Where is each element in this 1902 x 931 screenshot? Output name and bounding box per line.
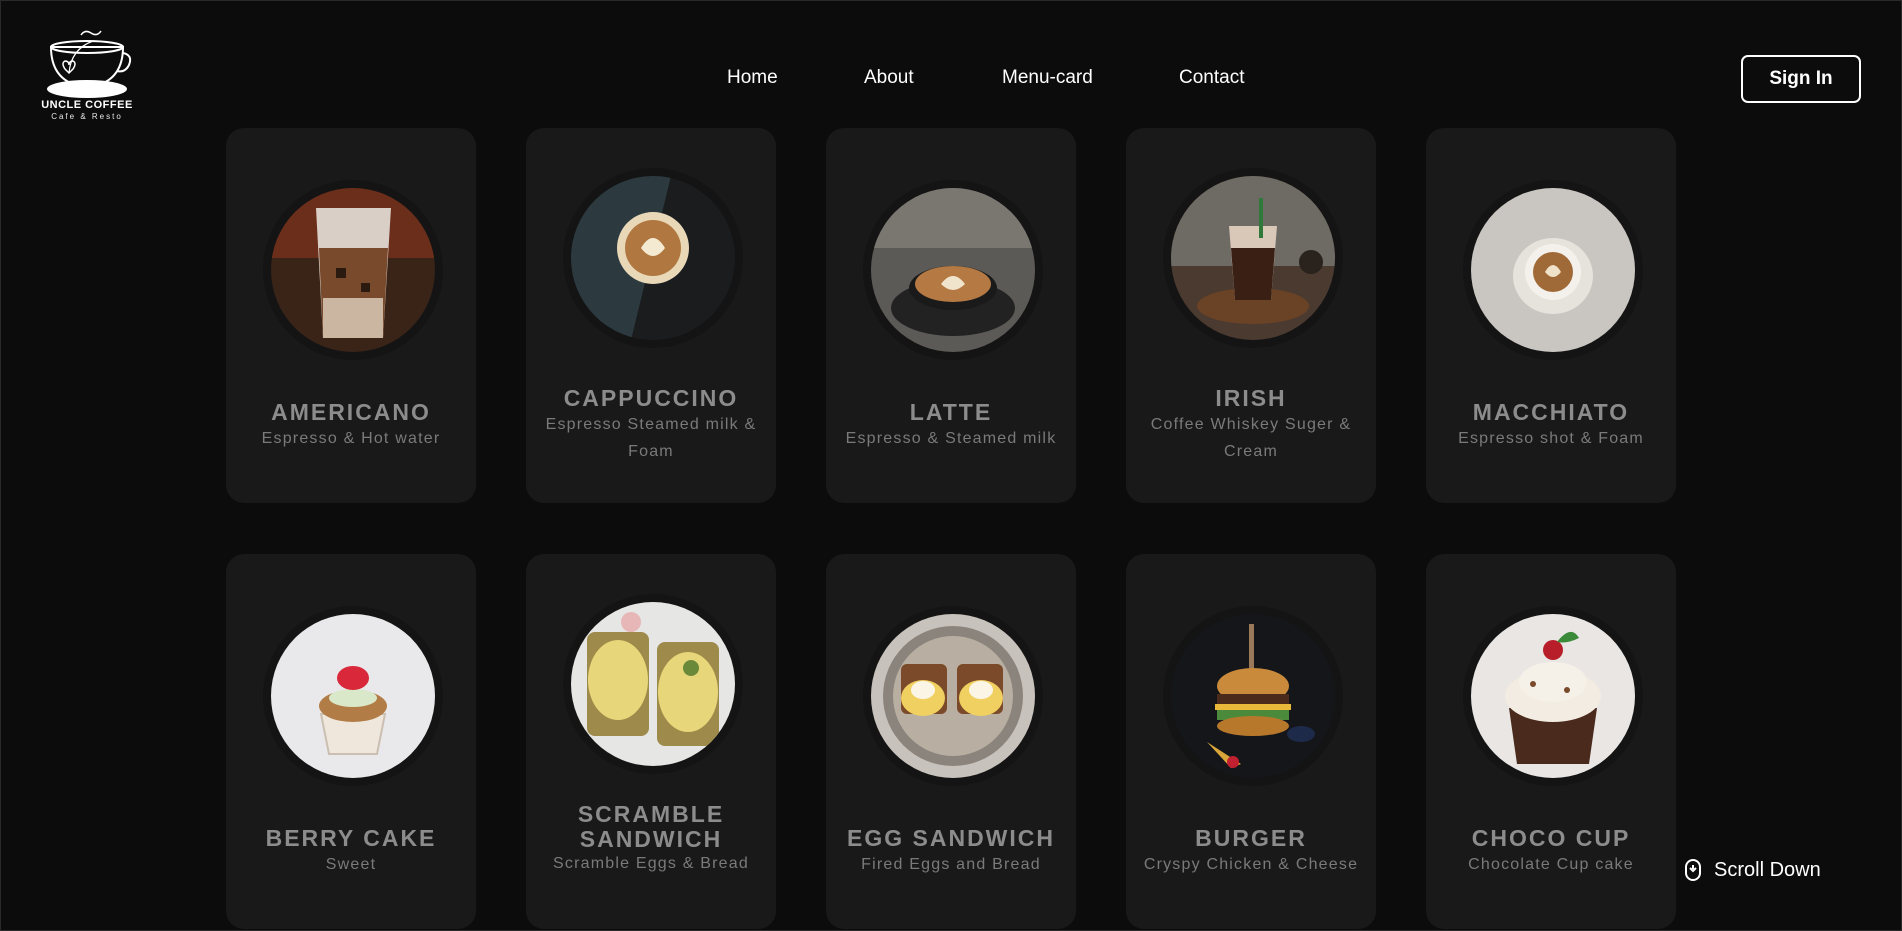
menu-card-americano[interactable]: AMERICANO Espresso & Hot water	[226, 128, 476, 503]
macchiato-photo	[1471, 188, 1635, 352]
item-description: Coffee Whiskey Suger & Cream	[1150, 416, 1352, 460]
burger-photo	[1171, 614, 1335, 778]
nav-link-about[interactable]: About	[864, 67, 914, 89]
item-description: Espresso & Steamed milk	[845, 430, 1057, 447]
irish-photo	[1171, 176, 1335, 340]
choco-cup-photo	[1471, 614, 1635, 778]
item-description: Cryspy Chicken & Cheese	[1143, 856, 1359, 873]
item-description: Espresso & Hot water	[261, 430, 441, 447]
nav-link-contact[interactable]: Contact	[1179, 67, 1244, 89]
menu-card-irish[interactable]: IRISH Coffee Whiskey Suger & Cream	[1126, 128, 1376, 503]
item-description: Espresso shot & Foam	[1458, 430, 1644, 447]
item-name: BERRY CAKE	[265, 825, 437, 851]
menu-card-latte[interactable]: LATTE Espresso & Steamed milk	[826, 128, 1076, 503]
item-name: CHOCO CUP	[1471, 825, 1631, 851]
nav-link-home[interactable]: Home	[727, 67, 778, 89]
coffee-cup-logo-icon	[47, 30, 132, 98]
menu-card-burger[interactable]: BURGER Cryspy Chicken & Cheese	[1126, 554, 1376, 929]
nav-link-menu-card[interactable]: Menu-card	[1002, 67, 1093, 89]
item-name: BURGER	[1195, 825, 1307, 851]
sign-in-button[interactable]: Sign In	[1741, 55, 1861, 103]
item-name: AMERICANO	[271, 399, 431, 425]
menu-card-scramble-sandwich[interactable]: SCRAMBLE SANDWICH Scramble Eggs & Bread	[526, 554, 776, 929]
menu-card-cappuccino[interactable]: CAPPUCCINO Espresso Steamed milk & Foam	[526, 128, 776, 503]
brand-logo[interactable]: UNCLE COFFEE Cafe & Resto	[41, 29, 133, 121]
item-name: IRISH	[1215, 385, 1287, 411]
egg-sandwich-photo	[871, 614, 1035, 778]
brand-name: UNCLE COFFEE	[41, 99, 133, 111]
item-description: Scramble Eggs & Bread	[553, 855, 749, 872]
menu-card-choco-cup[interactable]: CHOCO CUP Chocolate Cup cake	[1426, 554, 1676, 929]
latte-photo	[871, 188, 1035, 352]
item-description: Fired Eggs and Bread	[861, 856, 1041, 873]
item-description: Sweet	[325, 856, 377, 873]
menu-card-macchiato[interactable]: MACCHIATO Espresso shot & Foam	[1426, 128, 1676, 503]
item-name: CAPPUCCINO	[563, 385, 739, 411]
item-name: LATTE	[909, 399, 993, 425]
item-description: Chocolate Cup cake	[1468, 856, 1634, 873]
menu-card-berry-cake[interactable]: BERRY CAKE Sweet	[226, 554, 476, 929]
scramble-sandwich-photo	[571, 602, 735, 766]
cappuccino-photo	[571, 176, 735, 340]
brand-tagline: Cafe & Resto	[51, 112, 123, 121]
berry-cake-photo	[271, 614, 435, 778]
scroll-down-label: Scroll Down	[1714, 858, 1821, 881]
page-viewport: UNCLE COFFEE Cafe & Resto Home About Men…	[0, 0, 1902, 931]
scroll-down-button[interactable]: Scroll Down	[1684, 858, 1821, 882]
americano-photo	[271, 188, 435, 352]
mouse-icon	[1685, 859, 1701, 881]
item-name: EGG SANDWICH	[847, 825, 1055, 851]
item-name: MACCHIATO	[1472, 399, 1630, 425]
item-name: SCRAMBLE SANDWICH	[577, 801, 725, 852]
item-description: Espresso Steamed milk & Foam	[545, 416, 757, 460]
menu-card-egg-sandwich[interactable]: EGG SANDWICH Fired Eggs and Bread	[826, 554, 1076, 929]
